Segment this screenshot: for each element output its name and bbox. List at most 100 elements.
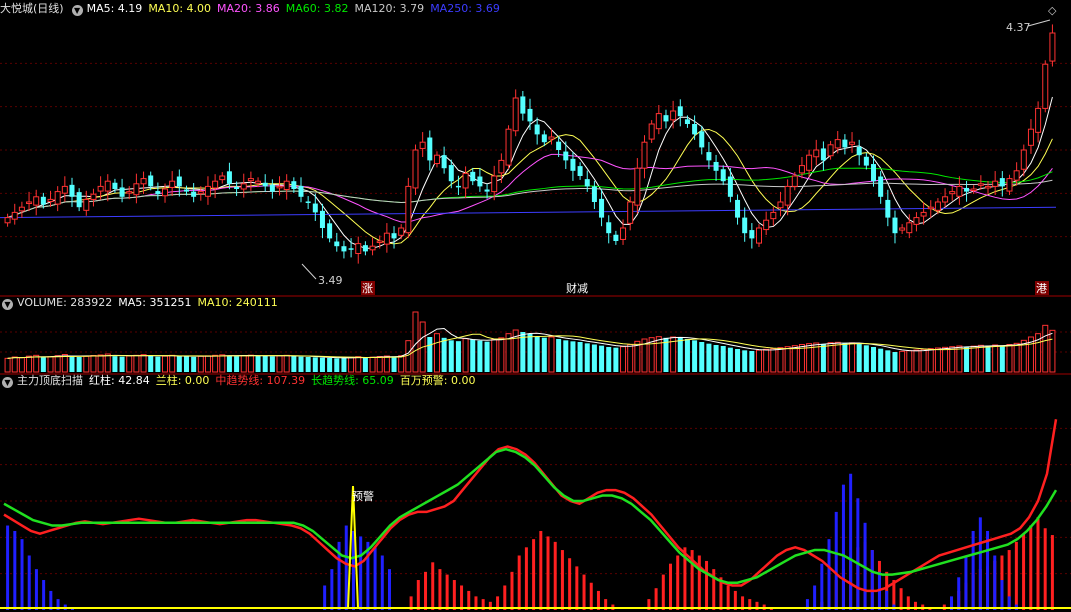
volume-bar — [820, 344, 826, 372]
candle-body — [784, 185, 791, 206]
candle-body — [140, 178, 147, 185]
candle-body — [369, 245, 376, 251]
red-bar — [424, 571, 428, 610]
candle-body — [863, 156, 869, 166]
volume-settings-icon[interactable]: ▼ — [2, 299, 13, 310]
red-bar — [560, 550, 564, 610]
price-settings-icon[interactable]: ▼ — [71, 5, 83, 16]
volume-header: ▼ VOLUME: 283922 MA5: 351251 MA10: 240111 — [0, 294, 284, 312]
volume-bar — [548, 336, 555, 373]
volume-bar — [47, 356, 54, 373]
candle-body — [383, 232, 390, 245]
candle-body — [448, 165, 454, 182]
candle-body — [219, 175, 226, 181]
volume-bar — [613, 347, 619, 372]
red-bar — [582, 574, 586, 610]
volume-bar — [83, 355, 90, 373]
candle-body — [655, 113, 662, 130]
candle-body — [226, 171, 232, 184]
blue-bar — [13, 530, 17, 610]
candle-body — [913, 217, 920, 225]
candle-body — [1027, 128, 1034, 146]
volume-bar — [527, 334, 533, 372]
red-bar — [1043, 528, 1047, 610]
volume-bar — [312, 357, 318, 372]
candle-body — [871, 164, 877, 182]
candle-body — [720, 169, 726, 182]
candle-body — [61, 185, 68, 194]
volume-bar — [69, 356, 75, 372]
volume-bar — [262, 356, 268, 372]
candle-body — [148, 175, 154, 187]
volume-bar — [777, 347, 784, 373]
candle-body — [606, 222, 612, 234]
ma250-label: MA250: 3.69 — [430, 2, 500, 15]
candle-body — [942, 196, 949, 203]
red-bar — [669, 563, 673, 610]
candle-body — [584, 179, 590, 187]
volume-bar — [191, 356, 197, 372]
blue-bar — [323, 585, 327, 610]
volume-bar — [462, 338, 469, 373]
volume-bar — [491, 338, 498, 373]
volume-bar — [355, 356, 362, 373]
volume-bar — [599, 345, 605, 372]
volume-bar — [369, 356, 376, 373]
red-bar — [524, 547, 528, 610]
candle-body — [1020, 149, 1027, 170]
candle-body — [713, 161, 719, 171]
volume-label: VOLUME: 283922 — [17, 296, 113, 309]
candle-body — [204, 185, 211, 197]
candle-body — [970, 188, 977, 191]
volume-bar — [885, 350, 891, 372]
candle-body — [362, 245, 368, 252]
volume-bar — [556, 339, 562, 372]
long-trend-label: 长趋势线: 65.09 — [311, 374, 394, 387]
price-header: 大悦城(日线) ▼ MA5: 4.19 MA10: 4.00 MA20: 3.86 MA6… — [0, 0, 506, 18]
stock-title[interactable]: 大悦城(日线) — [0, 2, 64, 15]
indicator-settings-icon[interactable]: ▼ — [2, 377, 13, 388]
volume-bar — [677, 337, 683, 372]
candle-body — [298, 185, 304, 197]
red-bar — [589, 582, 593, 610]
candle-body — [827, 144, 834, 157]
blue-bar — [359, 536, 363, 610]
red-bar — [517, 555, 521, 610]
candle-body — [842, 139, 848, 148]
candle-body — [484, 189, 490, 192]
candle-body — [591, 186, 597, 202]
red-bar — [661, 574, 665, 610]
indicator-title[interactable]: 主力顶底扫描 — [17, 374, 83, 387]
candle-body — [112, 182, 118, 189]
candle-body — [197, 191, 204, 195]
candle-body — [312, 203, 318, 213]
candle-body — [820, 148, 826, 161]
candle-body — [1042, 63, 1049, 109]
volume-bar — [720, 346, 726, 372]
diamond-icon: ◇ — [1048, 4, 1057, 17]
candle-body — [162, 188, 169, 197]
candle-body — [684, 119, 690, 124]
volume-bar — [126, 355, 133, 373]
candle-body — [212, 180, 219, 189]
candle-body — [291, 181, 297, 189]
volume-bar — [398, 355, 405, 373]
volume-bar — [892, 352, 898, 372]
blue-bar — [387, 569, 391, 610]
candle-body — [155, 191, 161, 195]
blue-bar — [849, 473, 853, 610]
volume-bar — [655, 336, 662, 373]
candle-body — [441, 155, 447, 169]
volume-bar — [197, 355, 204, 373]
volume-bar — [104, 353, 111, 373]
indicator-bars — [6, 473, 1054, 610]
candle-body — [1035, 107, 1042, 133]
volume-bar — [964, 346, 970, 372]
volume-bar — [148, 355, 154, 372]
candle-body — [885, 199, 891, 218]
volume-bar — [913, 349, 920, 373]
candle-body — [319, 210, 325, 228]
red-bar — [899, 588, 903, 610]
red-bar — [1050, 535, 1054, 610]
red-bar — [654, 588, 658, 610]
